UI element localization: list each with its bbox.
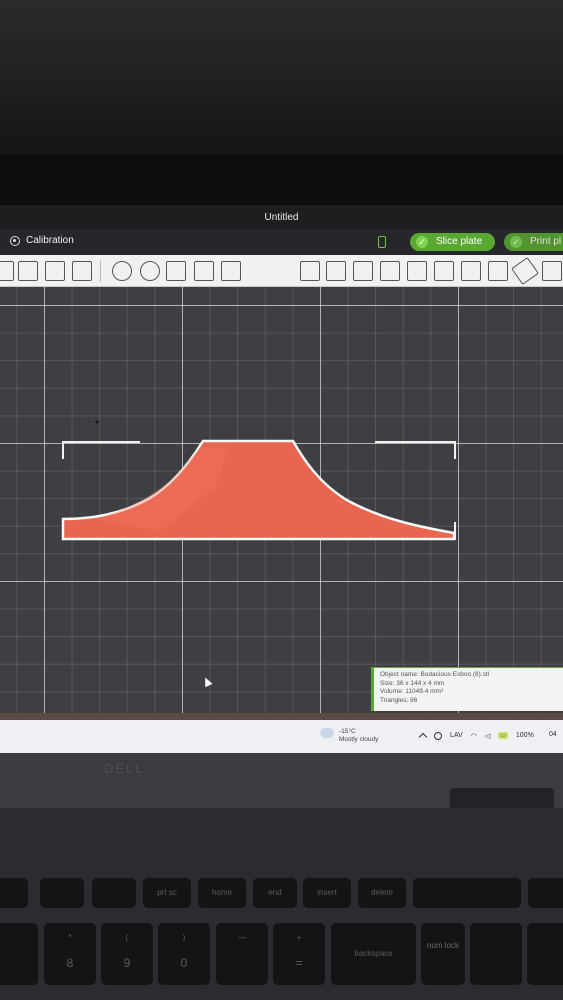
slice-plate-button[interactable]: ✓ Slice plate [410,233,495,251]
key[interactable] [528,878,563,908]
object-name: Object name: Bodacious Esboo (8).stl [380,671,490,678]
system-tray: LAV ◠ ◁ ▭ 100% [418,731,534,742]
measure-icon[interactable] [511,257,539,285]
object-triangles: Triangles: 96 [380,696,418,704]
assembly-icon[interactable] [434,261,454,281]
temperature: -15°C [339,728,356,735]
key-label: ( [125,933,129,942]
weather-widget[interactable]: -15°C Mostly cloudy [339,728,378,744]
slice-plate-label: Slice plate [436,236,483,247]
battery-icon[interactable]: ▭ [498,732,508,739]
top-menu-bar: Calibration ✓ Slice plate ✓ Print pl [0,229,563,255]
build-plate-viewport[interactable] [0,287,563,717]
cut-icon[interactable] [221,261,241,281]
object-volume: Volume: 11049.4 mm³ [380,688,444,695]
more-icon[interactable] [542,261,562,281]
copilot-icon[interactable] [434,731,442,740]
toolbar [0,255,563,287]
screen: Untitled Calibration ✓ Slice plate ✓ Pri… [0,205,563,753]
object-info-panel: Object name: Bodacious Esboo (8).stl Siz… [371,667,563,711]
clock[interactable]: 04 [549,731,557,738]
model-view [61,420,456,541]
key[interactable] [0,878,28,908]
monitor-bezel [0,155,563,207]
place-on-face-icon[interactable] [194,261,214,281]
support-icon[interactable] [353,261,373,281]
key[interactable] [527,923,563,985]
print-plate-button[interactable]: ✓ Print pl [504,233,563,251]
add-plate-icon[interactable] [18,261,38,281]
calibration-menu[interactable]: Calibration [10,235,74,246]
key[interactable] [92,878,136,908]
key-label: + [296,933,302,942]
background-wall [0,0,563,160]
key[interactable] [40,878,84,908]
key-home[interactable]: home [198,878,246,908]
selection-corner-top-left [62,441,140,459]
key-plus[interactable]: + = [273,923,325,985]
key-label: 8 [66,956,74,970]
brand-logo: DELL [104,761,145,776]
chevron-up-icon[interactable] [418,732,428,742]
paint-brush-icon[interactable] [488,261,508,281]
key-9[interactable]: ( 9 [101,923,153,985]
selection-corner-top-right [375,441,456,459]
key-0[interactable]: ) 0 [158,923,210,985]
key-label: 0 [180,956,188,970]
calibration-label: Calibration [26,235,74,246]
key-end[interactable]: end [253,878,297,908]
key-minus[interactable]: — [216,923,268,985]
key-label: ) [182,933,186,942]
key-num-lock[interactable]: num lock [421,923,465,985]
layers-icon[interactable] [72,261,92,281]
calibration-icon [10,235,20,246]
rotate-icon[interactable] [140,261,160,281]
key[interactable] [470,923,522,985]
check-icon: ✓ [510,236,522,248]
check-icon: ✓ [416,236,428,248]
plate-dot [95,420,99,424]
key-delete[interactable]: delete [358,878,406,908]
add-icon[interactable] [0,261,14,281]
key-prt-sc[interactable]: prt sc [143,878,191,908]
key-backspace[interactable]: backspace [331,923,416,985]
seam-icon[interactable] [380,261,400,281]
variable-layer-icon[interactable] [461,261,481,281]
key[interactable] [0,923,38,985]
weather-condition: Mostly cloudy [339,736,379,743]
print-plate-label: Print pl [530,236,562,247]
windows-taskbar: -15°C Mostly cloudy LAV ◠ ◁ ▭ 100% 04 [0,720,563,753]
key-insert[interactable]: insert [303,878,351,908]
key-label: = [295,956,303,970]
language-indicator[interactable]: LAV [450,732,463,739]
key-label: — [238,933,246,942]
battery-level: 100% [515,732,534,739]
text-icon[interactable] [326,261,346,281]
window-title: Untitled [0,205,563,229]
key[interactable] [413,878,521,908]
key-8[interactable]: * 8 [44,923,96,985]
key-label: 9 [123,956,131,970]
move-icon[interactable] [112,261,132,281]
keyboard-deck: prt sc home end insert delete * 8 ( 9 ) … [0,808,563,1000]
model-object[interactable] [61,439,456,541]
cloud-icon[interactable] [320,728,334,738]
volume-icon[interactable]: ◁ [485,732,490,740]
arrange-icon[interactable] [45,261,65,281]
key-label: * [68,933,72,942]
device-icon[interactable] [378,236,386,248]
paint-icon[interactable] [300,261,320,281]
scale-icon[interactable] [166,261,186,281]
cube-icon[interactable] [407,261,427,281]
object-size: Size: 36 x 144 x 4 mm [380,679,445,687]
toolbar-divider [100,260,101,282]
wifi-icon[interactable]: ◠ [471,732,477,740]
